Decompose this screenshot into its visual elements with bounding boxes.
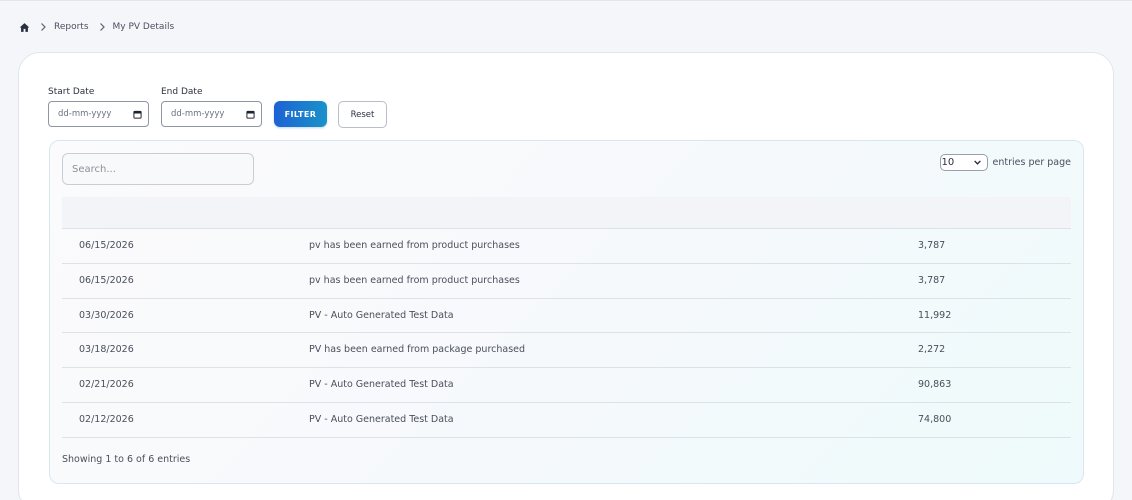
entries-per-page-label: entries per page	[992, 157, 1071, 168]
row-description: PV - Auto Generated Test Data	[309, 413, 454, 425]
row-date: 03/30/2026	[79, 309, 134, 321]
row-date: 02/21/2026	[79, 379, 134, 391]
entries-per-page-value: 10	[941, 157, 955, 168]
table-row: 03/30/2026 PV - Auto Generated Test Data 1…	[62, 299, 1071, 334]
breadcrumb-reports[interactable]: Reports	[54, 22, 89, 32]
entries-per-page-select[interactable]: 10	[939, 154, 988, 171]
row-description: PV has been earned from package purchase…	[309, 344, 526, 356]
start-date-input[interactable]: dd-mm-yyyy	[48, 101, 149, 127]
row-description: pv has been earned from product purchase…	[309, 240, 520, 251]
table-row: 06/15/2026 pv has been earned from produc…	[62, 229, 1071, 264]
end-date-input[interactable]: dd-mm-yyyy	[161, 101, 262, 127]
pv-details-card: Start Date dd-mm-yyyy End Date dd-mm-yyy…	[18, 52, 1114, 500]
search-input[interactable]	[62, 153, 254, 185]
table-row: 02/12/2026 PV - Auto Generated Test Data 7…	[62, 403, 1071, 438]
row-pv-value: 74,800	[918, 413, 952, 425]
chevron-right-icon	[41, 23, 46, 31]
row-pv-value: 90,863	[918, 379, 952, 391]
table-header	[62, 197, 1071, 229]
row-pv-value: 11,992	[918, 309, 952, 321]
calendar-icon[interactable]	[133, 110, 142, 119]
top-divider	[0, 0, 1132, 1]
row-date: 02/12/2026	[79, 413, 134, 425]
breadcrumb: Reports My PV Details	[19, 20, 174, 34]
row-pv-value: 3,787	[918, 240, 946, 251]
chevron-down-icon	[973, 160, 981, 165]
table-body: 06/15/2026 pv has been earned from produc…	[62, 229, 1071, 438]
home-icon[interactable]	[19, 22, 30, 33]
table-info: Showing 1 to 6 of 6 entries	[62, 454, 191, 465]
end-date-label: End Date	[161, 87, 203, 97]
calendar-icon[interactable]	[246, 110, 255, 119]
row-description: pv has been earned from product purchase…	[309, 274, 520, 286]
row-description: PV - Auto Generated Test Data	[309, 309, 454, 321]
start-date-placeholder: dd-mm-yyyy	[58, 109, 112, 119]
entries-per-page-control: 10 entries per page	[939, 154, 1071, 171]
reset-button[interactable]: Reset	[338, 101, 387, 128]
pv-table-panel: 10 entries per page 06/15/2026 pv has bee…	[49, 140, 1084, 484]
row-pv-value: 3,787	[918, 274, 946, 286]
chevron-right-icon	[99, 23, 105, 31]
filter-button[interactable]: FILTER	[274, 101, 327, 127]
table-row: 06/15/2026 pv has been earned from produc…	[62, 264, 1071, 299]
end-date-placeholder: dd-mm-yyyy	[171, 109, 225, 119]
row-date: 03/18/2026	[79, 344, 134, 356]
breadcrumb-current-page: My PV Details	[112, 22, 175, 32]
table-row: 03/18/2026 PV has been earned from packag…	[62, 333, 1071, 369]
start-date-label: Start Date	[48, 87, 95, 97]
row-pv-value: 2,272	[918, 344, 946, 356]
row-description: PV - Auto Generated Test Data	[309, 379, 454, 391]
table-row: 02/21/2026 PV - Auto Generated Test Data 9…	[62, 368, 1071, 403]
row-date: 06/15/2026	[79, 240, 134, 251]
row-date: 06/15/2026	[79, 274, 134, 286]
